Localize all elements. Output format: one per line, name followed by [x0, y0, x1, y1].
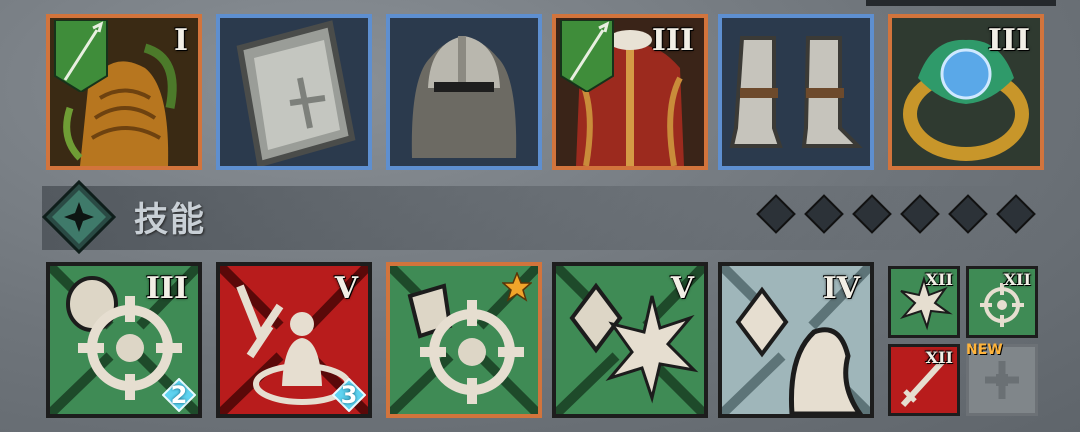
charge-count: 3 — [340, 381, 358, 409]
charge-badge: 2 — [162, 378, 196, 412]
spear-banner-icon — [560, 20, 614, 92]
tier-numeral: XII — [925, 348, 953, 367]
tier-numeral: IV — [822, 271, 860, 306]
plate-boots-slot[interactable] — [718, 14, 874, 170]
shield-icon — [220, 18, 368, 166]
steel-helmet-slot[interactable] — [386, 14, 542, 170]
skill-slot-2[interactable]: V 3 — [216, 262, 372, 418]
mini-skill-burst[interactable]: XII — [888, 266, 960, 338]
tier-numeral: V — [334, 271, 358, 306]
tier-numeral: XII — [1003, 270, 1031, 289]
tier-numeral: III — [987, 23, 1030, 58]
top-panel-edge — [866, 0, 1056, 6]
skill-slot-5[interactable]: IV — [718, 262, 874, 418]
boots-icon — [722, 18, 870, 166]
new-label: NEW — [966, 342, 1003, 358]
star-icon — [502, 272, 532, 302]
tier-numeral: XII — [925, 270, 953, 289]
skill-slot-3[interactable] — [386, 262, 542, 418]
red-gold-armor-slot[interactable]: III — [552, 14, 708, 170]
skills-emblem-icon — [42, 180, 116, 254]
iron-shield-slot[interactable] — [216, 14, 372, 170]
spear-banner-icon — [54, 20, 108, 92]
tier-numeral: V — [670, 271, 694, 306]
emerald-ring-slot[interactable]: III — [888, 14, 1044, 170]
dragon-scale-armor-slot[interactable]: I — [46, 14, 202, 170]
charge-badge: 3 — [332, 378, 366, 412]
charge-count: 2 — [170, 381, 188, 409]
skill-slot-4[interactable]: V — [552, 262, 708, 418]
mini-skill-sword[interactable]: XII — [888, 344, 960, 416]
tier-numeral: I — [173, 23, 188, 58]
skills-title: 技能 — [134, 200, 206, 240]
mini-skill-crosshair[interactable]: XII — [966, 266, 1038, 338]
tier-numeral: III — [145, 271, 188, 306]
helmet-icon — [390, 18, 538, 166]
skill-slot-1[interactable]: III 2 — [46, 262, 202, 418]
tier-numeral: III — [651, 23, 694, 58]
